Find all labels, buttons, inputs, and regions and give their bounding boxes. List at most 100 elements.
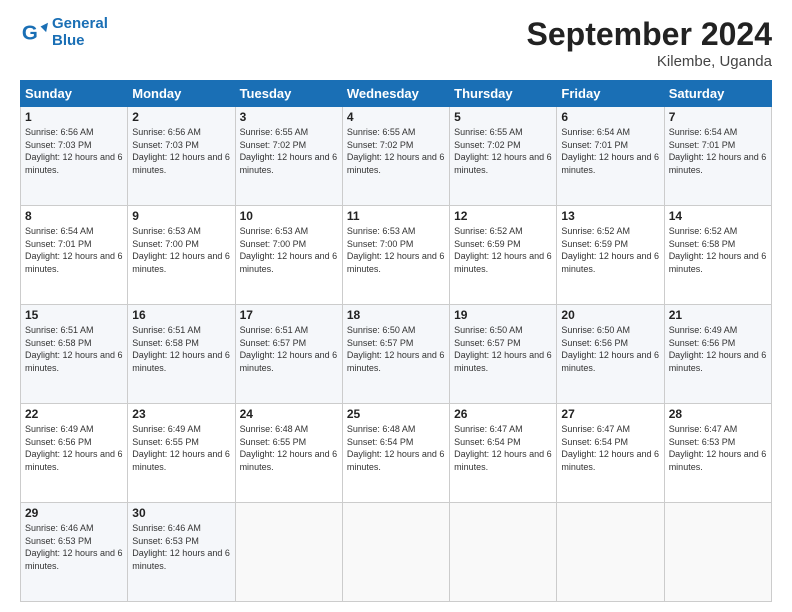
day-number: 28 [669,407,767,421]
day-cell: 18 Sunrise: 6:50 AM Sunset: 6:57 PM Dayl… [342,305,449,404]
day-cell: 29 Sunrise: 6:46 AM Sunset: 6:53 PM Dayl… [21,503,128,602]
day-cell [235,503,342,602]
day-number: 18 [347,308,445,322]
day-cell: 25 Sunrise: 6:48 AM Sunset: 6:54 PM Dayl… [342,404,449,503]
title-block: September 2024 Kilembe, Uganda [527,16,772,70]
day-number: 27 [561,407,659,421]
day-cell: 11 Sunrise: 6:53 AM Sunset: 7:00 PM Dayl… [342,206,449,305]
day-cell: 8 Sunrise: 6:54 AM Sunset: 7:01 PM Dayli… [21,206,128,305]
day-cell: 27 Sunrise: 6:47 AM Sunset: 6:54 PM Dayl… [557,404,664,503]
week-row-5: 29 Sunrise: 6:46 AM Sunset: 6:53 PM Dayl… [21,503,772,602]
calendar-table: Sunday Monday Tuesday Wednesday Thursday… [20,80,772,602]
day-cell: 21 Sunrise: 6:49 AM Sunset: 6:56 PM Dayl… [664,305,771,404]
day-info: Sunrise: 6:47 AM Sunset: 6:54 PM Dayligh… [454,423,552,473]
day-number: 17 [240,308,338,322]
logo: G General Blue [20,16,108,49]
day-number: 10 [240,209,338,223]
location: Kilembe, Uganda [527,53,772,70]
day-number: 5 [454,110,552,124]
day-cell: 10 Sunrise: 6:53 AM Sunset: 7:00 PM Dayl… [235,206,342,305]
day-cell [664,503,771,602]
day-cell: 3 Sunrise: 6:55 AM Sunset: 7:02 PM Dayli… [235,107,342,206]
day-info: Sunrise: 6:49 AM Sunset: 6:56 PM Dayligh… [669,324,767,374]
day-info: Sunrise: 6:53 AM Sunset: 7:00 PM Dayligh… [240,225,338,275]
day-number: 6 [561,110,659,124]
day-cell: 22 Sunrise: 6:49 AM Sunset: 6:56 PM Dayl… [21,404,128,503]
day-cell: 26 Sunrise: 6:47 AM Sunset: 6:54 PM Dayl… [450,404,557,503]
header-friday: Friday [557,81,664,107]
day-cell: 5 Sunrise: 6:55 AM Sunset: 7:02 PM Dayli… [450,107,557,206]
day-number: 9 [132,209,230,223]
logo-text: General Blue [52,16,108,49]
day-info: Sunrise: 6:47 AM Sunset: 6:54 PM Dayligh… [561,423,659,473]
day-info: Sunrise: 6:56 AM Sunset: 7:03 PM Dayligh… [132,126,230,176]
day-info: Sunrise: 6:52 AM Sunset: 6:58 PM Dayligh… [669,225,767,275]
days-header-row: Sunday Monday Tuesday Wednesday Thursday… [21,81,772,107]
day-number: 13 [561,209,659,223]
day-cell: 1 Sunrise: 6:56 AM Sunset: 7:03 PM Dayli… [21,107,128,206]
day-cell: 19 Sunrise: 6:50 AM Sunset: 6:57 PM Dayl… [450,305,557,404]
day-info: Sunrise: 6:51 AM Sunset: 6:57 PM Dayligh… [240,324,338,374]
day-info: Sunrise: 6:47 AM Sunset: 6:53 PM Dayligh… [669,423,767,473]
day-cell: 17 Sunrise: 6:51 AM Sunset: 6:57 PM Dayl… [235,305,342,404]
day-info: Sunrise: 6:54 AM Sunset: 7:01 PM Dayligh… [669,126,767,176]
day-info: Sunrise: 6:56 AM Sunset: 7:03 PM Dayligh… [25,126,123,176]
day-number: 19 [454,308,552,322]
day-number: 15 [25,308,123,322]
header-saturday: Saturday [664,81,771,107]
day-number: 23 [132,407,230,421]
day-number: 14 [669,209,767,223]
header: G General Blue September 2024 Kilembe, U… [20,16,772,70]
day-cell: 6 Sunrise: 6:54 AM Sunset: 7:01 PM Dayli… [557,107,664,206]
day-info: Sunrise: 6:51 AM Sunset: 6:58 PM Dayligh… [132,324,230,374]
logo-blue: Blue [52,33,108,50]
day-info: Sunrise: 6:48 AM Sunset: 6:54 PM Dayligh… [347,423,445,473]
day-cell: 23 Sunrise: 6:49 AM Sunset: 6:55 PM Dayl… [128,404,235,503]
day-number: 25 [347,407,445,421]
day-number: 22 [25,407,123,421]
day-cell: 12 Sunrise: 6:52 AM Sunset: 6:59 PM Dayl… [450,206,557,305]
day-info: Sunrise: 6:50 AM Sunset: 6:57 PM Dayligh… [454,324,552,374]
day-info: Sunrise: 6:50 AM Sunset: 6:56 PM Dayligh… [561,324,659,374]
day-info: Sunrise: 6:53 AM Sunset: 7:00 PM Dayligh… [132,225,230,275]
day-number: 12 [454,209,552,223]
day-info: Sunrise: 6:52 AM Sunset: 6:59 PM Dayligh… [454,225,552,275]
day-number: 20 [561,308,659,322]
day-info: Sunrise: 6:55 AM Sunset: 7:02 PM Dayligh… [454,126,552,176]
day-cell: 2 Sunrise: 6:56 AM Sunset: 7:03 PM Dayli… [128,107,235,206]
header-tuesday: Tuesday [235,81,342,107]
day-info: Sunrise: 6:50 AM Sunset: 6:57 PM Dayligh… [347,324,445,374]
day-number: 1 [25,110,123,124]
week-row-4: 22 Sunrise: 6:49 AM Sunset: 6:56 PM Dayl… [21,404,772,503]
header-wednesday: Wednesday [342,81,449,107]
day-info: Sunrise: 6:53 AM Sunset: 7:00 PM Dayligh… [347,225,445,275]
header-sunday: Sunday [21,81,128,107]
day-info: Sunrise: 6:49 AM Sunset: 6:56 PM Dayligh… [25,423,123,473]
header-monday: Monday [128,81,235,107]
week-row-1: 1 Sunrise: 6:56 AM Sunset: 7:03 PM Dayli… [21,107,772,206]
day-info: Sunrise: 6:46 AM Sunset: 6:53 PM Dayligh… [132,522,230,572]
day-cell: 28 Sunrise: 6:47 AM Sunset: 6:53 PM Dayl… [664,404,771,503]
day-info: Sunrise: 6:48 AM Sunset: 6:55 PM Dayligh… [240,423,338,473]
day-info: Sunrise: 6:51 AM Sunset: 6:58 PM Dayligh… [25,324,123,374]
day-number: 29 [25,506,123,520]
day-info: Sunrise: 6:54 AM Sunset: 7:01 PM Dayligh… [561,126,659,176]
day-info: Sunrise: 6:46 AM Sunset: 6:53 PM Dayligh… [25,522,123,572]
day-cell: 30 Sunrise: 6:46 AM Sunset: 6:53 PM Dayl… [128,503,235,602]
day-cell: 9 Sunrise: 6:53 AM Sunset: 7:00 PM Dayli… [128,206,235,305]
day-info: Sunrise: 6:54 AM Sunset: 7:01 PM Dayligh… [25,225,123,275]
svg-text:G: G [22,21,38,44]
day-number: 16 [132,308,230,322]
day-number: 8 [25,209,123,223]
day-cell: 20 Sunrise: 6:50 AM Sunset: 6:56 PM Dayl… [557,305,664,404]
header-thursday: Thursday [450,81,557,107]
day-cell: 16 Sunrise: 6:51 AM Sunset: 6:58 PM Dayl… [128,305,235,404]
week-row-3: 15 Sunrise: 6:51 AM Sunset: 6:58 PM Dayl… [21,305,772,404]
day-cell: 13 Sunrise: 6:52 AM Sunset: 6:59 PM Dayl… [557,206,664,305]
day-number: 21 [669,308,767,322]
day-info: Sunrise: 6:49 AM Sunset: 6:55 PM Dayligh… [132,423,230,473]
day-number: 7 [669,110,767,124]
day-cell [342,503,449,602]
day-cell: 7 Sunrise: 6:54 AM Sunset: 7:01 PM Dayli… [664,107,771,206]
day-cell: 14 Sunrise: 6:52 AM Sunset: 6:58 PM Dayl… [664,206,771,305]
